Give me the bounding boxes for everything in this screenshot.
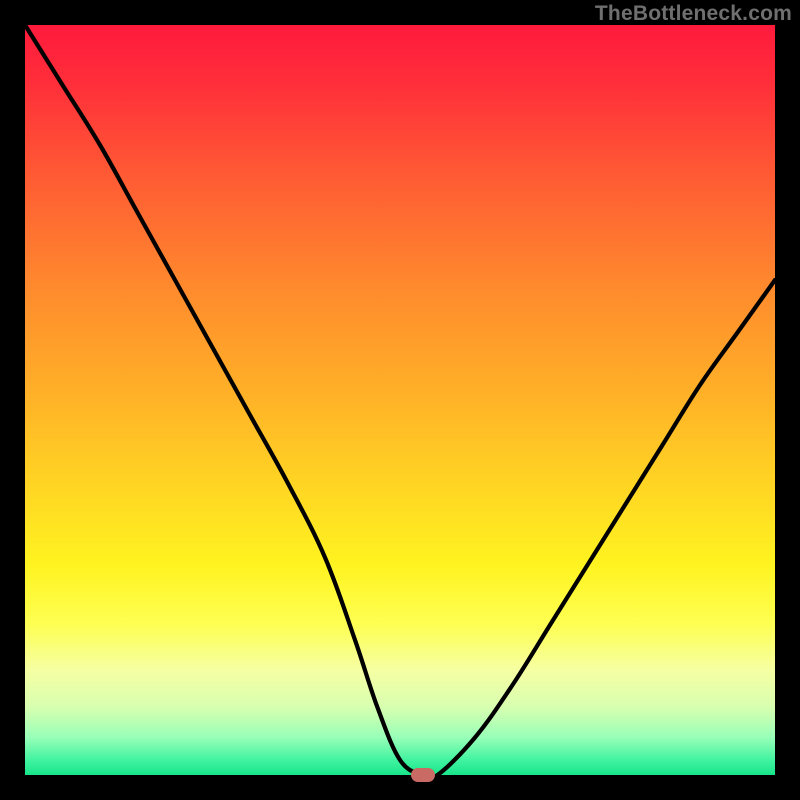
bottleneck-curve <box>25 25 775 775</box>
plot-area <box>25 25 775 775</box>
chart-frame: TheBottleneck.com <box>0 0 800 800</box>
watermark-text: TheBottleneck.com <box>595 2 792 26</box>
bottleneck-marker <box>411 768 435 782</box>
